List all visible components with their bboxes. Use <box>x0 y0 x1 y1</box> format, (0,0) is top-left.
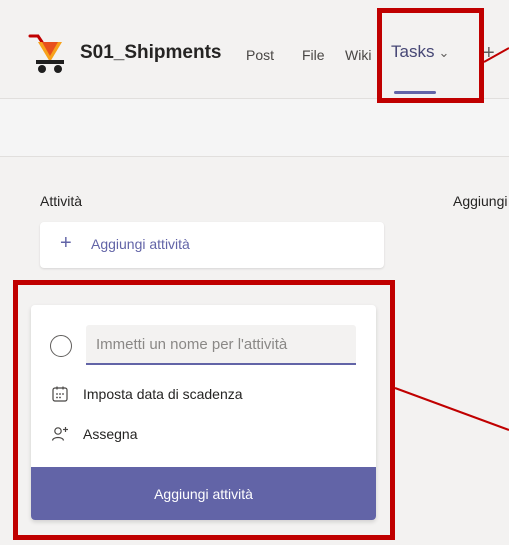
planner-toolbar <box>0 99 509 157</box>
add-task-button[interactable]: + Aggiungi attività <box>40 222 384 268</box>
tab-wiki[interactable]: Wiki <box>345 47 371 63</box>
shopping-cart-icon[interactable] <box>28 32 66 74</box>
channel-title: S01_Shipments <box>80 42 222 63</box>
annotation-box-new-task <box>13 280 395 540</box>
add-bucket-title[interactable]: Aggiungi <box>453 193 509 209</box>
tab-file[interactable]: File <box>302 47 325 63</box>
annotation-line-card <box>394 387 509 431</box>
plus-icon: + <box>60 232 72 254</box>
annotation-box-tasks-tab <box>377 8 484 103</box>
tab-post[interactable]: Post <box>246 47 274 63</box>
add-task-label: Aggiungi attività <box>91 236 190 252</box>
add-tab-button[interactable]: + <box>483 42 503 65</box>
bucket-title: Attività <box>40 193 83 209</box>
